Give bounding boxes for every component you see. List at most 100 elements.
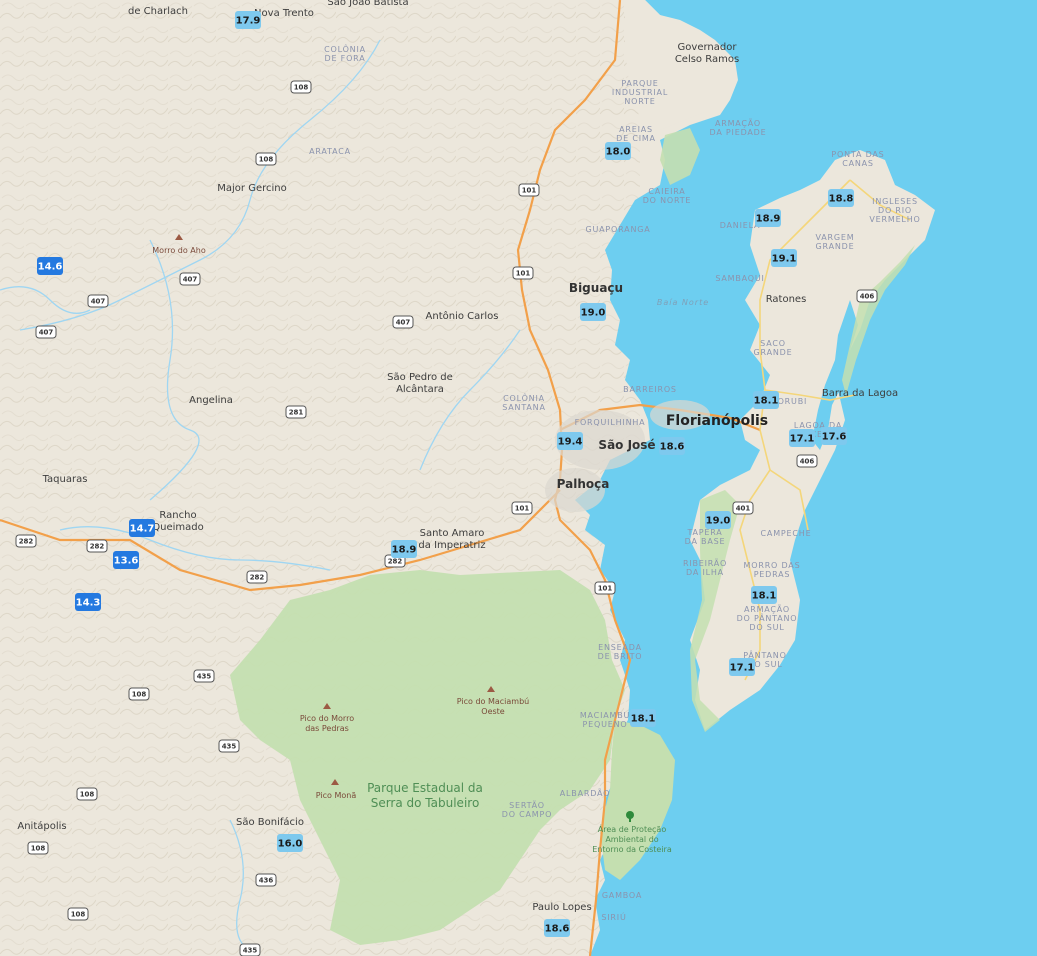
svg-text:436: 436 xyxy=(259,877,274,885)
place-label: Major Gercino xyxy=(217,183,286,194)
temperature-value: 18.6 xyxy=(660,442,685,453)
temperature-value: 18.9 xyxy=(392,545,417,556)
place-label: Governador Celso Ramos xyxy=(675,42,739,65)
temperature-marker[interactable]: 14.6 xyxy=(37,257,63,275)
svg-text:281: 281 xyxy=(289,409,304,417)
road-shield: 101 xyxy=(518,183,540,197)
temperature-marker[interactable]: 18.9 xyxy=(391,540,417,558)
svg-text:435: 435 xyxy=(222,743,237,751)
temperature-marker[interactable]: 18.8 xyxy=(828,189,854,207)
temperature-value: 18.1 xyxy=(754,396,779,407)
road-shield: 406 xyxy=(856,289,878,303)
svg-text:282: 282 xyxy=(250,574,265,582)
temperature-value: 17.9 xyxy=(236,16,261,27)
svg-text:101: 101 xyxy=(516,270,531,278)
place-label: FORQUILHINHA xyxy=(575,418,646,427)
road-shield: 108 xyxy=(27,841,49,855)
temperature-marker[interactable]: 18.1 xyxy=(751,586,777,604)
place-label: Pico do Morro das Pedras xyxy=(300,714,354,733)
road-shield: 101 xyxy=(594,581,616,595)
place-label: de Charlach xyxy=(128,6,188,17)
place-label: BARREIROS xyxy=(623,385,677,394)
place-label: Pico Monã xyxy=(316,791,357,800)
temperature-value: 19.1 xyxy=(772,254,797,265)
place-label: Baía Norte xyxy=(657,298,709,307)
temperature-marker[interactable]: 13.6 xyxy=(113,551,139,569)
temperature-value: 18.1 xyxy=(631,714,656,725)
place-label: São Pedro de Alcântara xyxy=(387,372,453,395)
temperature-value: 18.0 xyxy=(606,147,631,158)
temperature-value: 19.4 xyxy=(558,437,583,448)
svg-text:282: 282 xyxy=(388,558,403,566)
place-label: AREIAS DE CIMA xyxy=(616,125,656,143)
temperature-marker[interactable]: 17.1 xyxy=(729,658,755,676)
place-label: ALBARDÃO xyxy=(560,788,611,798)
temperature-marker[interactable]: 16.0 xyxy=(277,834,303,852)
place-label: Paulo Lopes xyxy=(532,902,591,913)
place-label: Santo Amaro da Imperatriz xyxy=(418,528,485,551)
svg-text:108: 108 xyxy=(71,911,86,919)
temperature-value: 17.1 xyxy=(730,663,755,674)
road-shield: 436 xyxy=(255,873,277,887)
svg-text:108: 108 xyxy=(294,84,309,92)
road-shield: 282 xyxy=(246,570,268,584)
road-shield: 101 xyxy=(512,266,534,280)
road-shield: 108 xyxy=(76,787,98,801)
temperature-marker[interactable]: 18.1 xyxy=(753,391,779,409)
road-shield: 435 xyxy=(218,739,240,753)
place-label: MACIAMBU PEQUENO xyxy=(580,711,630,729)
temperature-marker[interactable]: 18.0 xyxy=(605,142,631,160)
svg-text:407: 407 xyxy=(183,276,198,284)
svg-text:407: 407 xyxy=(396,319,411,327)
temperature-marker[interactable]: 18.6 xyxy=(544,919,570,937)
temperature-value: 17.6 xyxy=(822,432,847,443)
svg-text:101: 101 xyxy=(522,187,537,195)
temperature-value: 13.6 xyxy=(114,556,139,567)
temperature-marker[interactable]: 19.0 xyxy=(580,303,606,321)
temperature-marker[interactable]: 17.1 xyxy=(789,429,815,447)
temperature-marker[interactable]: 17.6 xyxy=(821,427,847,445)
place-label: ENSEADA DE BRITO xyxy=(598,643,643,661)
temperature-marker[interactable]: 14.3 xyxy=(75,593,101,611)
temperature-value: 19.0 xyxy=(706,516,731,527)
temperature-value: 14.7 xyxy=(130,524,155,535)
svg-text:401: 401 xyxy=(736,505,751,513)
temperature-marker[interactable]: 19.1 xyxy=(771,249,797,267)
map-canvas[interactable]: Governador Celso Ramos Biguaçu Florianópoli… xyxy=(0,0,1037,956)
place-label: Palhoça xyxy=(557,477,610,491)
temperature-marker[interactable]: 18.1 xyxy=(630,709,656,727)
temperature-marker[interactable]: 14.7 xyxy=(129,519,155,537)
svg-text:108: 108 xyxy=(31,845,46,853)
svg-text:407: 407 xyxy=(91,298,106,306)
place-label: Anitápolis xyxy=(17,820,66,832)
svg-text:406: 406 xyxy=(800,458,815,466)
temperature-marker[interactable]: 19.4 xyxy=(557,432,583,450)
temperature-marker[interactable]: 17.9 xyxy=(235,11,261,29)
road-shield: 401 xyxy=(732,501,754,515)
temperature-value: 14.6 xyxy=(38,262,63,273)
place-label: TAPERA DA BASE xyxy=(685,528,726,546)
place-label: Barra da Lagoa xyxy=(822,388,898,399)
temperature-marker[interactable]: 18.9 xyxy=(755,209,781,227)
svg-text:101: 101 xyxy=(598,585,613,593)
place-label: Morro do Aho xyxy=(152,246,206,255)
svg-text:435: 435 xyxy=(197,673,212,681)
road-shield: 108 xyxy=(128,687,150,701)
place-label: Angelina xyxy=(189,395,233,406)
place-label: ARATACA xyxy=(309,147,351,156)
temperature-marker[interactable]: 18.6 xyxy=(659,437,685,455)
road-shield: 407 xyxy=(179,272,201,286)
place-label: SERTÃO DO CAMPO xyxy=(502,800,552,819)
temperature-value: 14.3 xyxy=(76,598,101,609)
place-label: VARGEM GRANDE xyxy=(816,233,855,251)
road-shield: 407 xyxy=(392,315,414,329)
place-label: CAMPECHE xyxy=(761,529,812,538)
temperature-value: 18.1 xyxy=(752,591,777,602)
svg-text:406: 406 xyxy=(860,293,875,301)
temperature-value: 19.0 xyxy=(581,308,606,319)
temperature-marker[interactable]: 19.0 xyxy=(705,511,731,529)
road-shield: 108 xyxy=(255,152,277,166)
place-label: SAMBAQUI xyxy=(715,274,764,283)
road-shield: 406 xyxy=(796,454,818,468)
svg-text:282: 282 xyxy=(19,538,34,546)
